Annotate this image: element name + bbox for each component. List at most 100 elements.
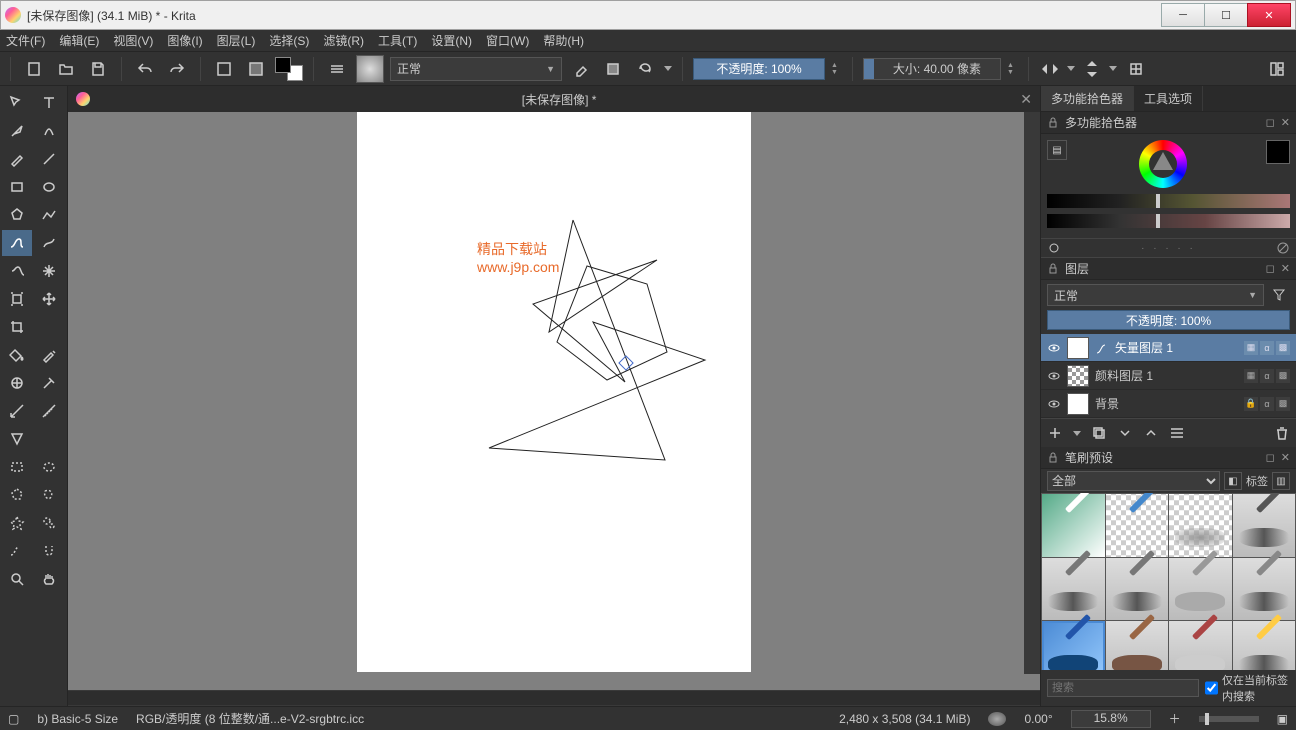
vertical-scrollbar[interactable] — [1024, 112, 1040, 674]
document-tab[interactable]: [未保存图像] * ✕ — [68, 86, 1040, 112]
color-picker-tool[interactable] — [34, 342, 64, 368]
polygon-select-tool[interactable] — [2, 482, 32, 508]
layer-badge[interactable]: ▦ — [1244, 369, 1258, 383]
rectangle-tool[interactable] — [2, 174, 32, 200]
reference-tool[interactable] — [2, 426, 32, 452]
assistants-tool[interactable] — [2, 398, 32, 424]
brush-tag-filter[interactable]: 全部 — [1047, 471, 1220, 491]
zoom-plus-button[interactable]: ＋ — [1169, 710, 1181, 727]
brush-preset[interactable] — [1042, 494, 1105, 557]
brush-preset[interactable] — [1233, 558, 1296, 621]
brush-preset[interactable] — [1169, 621, 1232, 670]
new-doc-button[interactable] — [21, 56, 47, 82]
redo-button[interactable] — [164, 56, 190, 82]
brush-view-toggle[interactable]: ◧ — [1224, 472, 1242, 490]
only-current-tag-checkbox[interactable]: 仅在当前标签内搜索 — [1205, 672, 1290, 704]
crop-tool[interactable] — [2, 314, 32, 340]
menu-edit[interactable]: 编辑(E) — [59, 32, 99, 49]
color-shade-strip[interactable] — [1047, 214, 1290, 228]
smart-patch-tool[interactable] — [34, 370, 64, 396]
docker-float-button[interactable]: ◻ — [1266, 116, 1275, 129]
layer-filter-button[interactable] — [1268, 284, 1290, 306]
canvas-viewport[interactable]: 精品下载站 www.j9p.com — [68, 112, 1040, 690]
brush-storage-button[interactable]: ▥ — [1272, 472, 1290, 490]
edit-shapes-tool[interactable] — [2, 118, 32, 144]
wrap-around-button[interactable] — [1123, 56, 1149, 82]
zoom-slider[interactable] — [1199, 716, 1259, 722]
transform-layer-tool[interactable] — [2, 286, 32, 312]
calligraphy-tool[interactable] — [34, 118, 64, 144]
size-slider[interactable]: 大小: 40.00 像素 — [863, 58, 1001, 80]
rect-select-tool[interactable] — [2, 454, 32, 480]
docker-float-button[interactable]: ◻ — [1266, 451, 1275, 464]
move-tool[interactable] — [34, 286, 64, 312]
delete-layer-button[interactable] — [1274, 425, 1290, 441]
layer-badge[interactable]: ▩ — [1276, 397, 1290, 411]
rotation-dial[interactable] — [988, 712, 1006, 726]
brush-preset[interactable] — [1106, 494, 1169, 557]
brush-preset[interactable] — [1169, 558, 1232, 621]
color-options-button[interactable]: ▤ — [1047, 140, 1067, 160]
layer-badge[interactable]: ▩ — [1276, 341, 1290, 355]
pattern-button[interactable] — [243, 56, 269, 82]
layer-row[interactable]: 矢量图层 1 ▦α▩ — [1041, 334, 1296, 362]
canvas-page[interactable]: 精品下载站 www.j9p.com — [357, 112, 751, 672]
layer-alpha-badge[interactable]: α — [1260, 369, 1274, 383]
brush-preset[interactable] — [1233, 494, 1296, 557]
docker-close-button[interactable]: ✕ — [1281, 262, 1290, 275]
layer-alpha-badge[interactable]: α — [1260, 341, 1274, 355]
brush-preset[interactable] — [1106, 558, 1169, 621]
layer-opacity-slider[interactable]: 不透明度: 100% — [1047, 310, 1290, 330]
brush-preset[interactable] — [1042, 558, 1105, 621]
multibrush-tool[interactable] — [34, 258, 64, 284]
dropdown-arrow-icon[interactable] — [1073, 431, 1081, 436]
visibility-icon[interactable] — [1047, 341, 1061, 355]
undo-button[interactable] — [132, 56, 158, 82]
docker-float-button[interactable]: ◻ — [1266, 262, 1275, 275]
tab-tool-options[interactable]: 工具选项 — [1134, 86, 1203, 111]
fullscreen-canvas-button[interactable]: ▣ — [1277, 712, 1288, 726]
mirror-vertical-button[interactable] — [1081, 58, 1103, 80]
opacity-slider[interactable]: 不透明度: 100% — [693, 58, 825, 80]
text-tool[interactable] — [34, 90, 64, 116]
horizontal-scrollbar[interactable] — [68, 690, 1040, 706]
similar-select-tool[interactable] — [34, 510, 64, 536]
menu-tool[interactable]: 工具(T) — [378, 32, 417, 49]
layer-row[interactable]: 背景 🔒α▩ — [1041, 390, 1296, 418]
layer-alpha-badge[interactable]: α — [1260, 397, 1274, 411]
transform-tool[interactable] — [2, 90, 32, 116]
mirror-horizontal-button[interactable] — [1039, 58, 1061, 80]
menu-help[interactable]: 帮助(H) — [543, 32, 584, 49]
measure-tool[interactable] — [34, 398, 64, 424]
close-button[interactable]: ✕ — [1247, 3, 1291, 27]
selection-mode-icon[interactable]: ▢ — [8, 712, 19, 726]
layer-properties-button[interactable] — [1169, 425, 1185, 441]
tab-color-picker[interactable]: 多功能拾色器 — [1041, 86, 1134, 111]
visibility-icon[interactable] — [1047, 397, 1061, 411]
polyline-tool[interactable] — [34, 202, 64, 228]
brush-preset[interactable] — [1233, 621, 1296, 670]
workspace-switcher-button[interactable] — [1264, 56, 1290, 82]
menu-layer[interactable]: 图层(L) — [217, 32, 256, 49]
color-history-strip[interactable] — [1047, 194, 1290, 208]
pan-tool[interactable] — [34, 566, 64, 592]
size-stepper[interactable]: ▲▼ — [1007, 62, 1014, 76]
docker-close-button[interactable]: ✕ — [1281, 116, 1290, 129]
pattern-edit-tool[interactable] — [2, 370, 32, 396]
magnetic-select-tool[interactable] — [34, 538, 64, 564]
current-color-swatch[interactable] — [1266, 140, 1290, 164]
add-layer-button[interactable] — [1047, 425, 1063, 441]
ellipse-tool[interactable] — [34, 174, 64, 200]
layer-badge[interactable]: ▩ — [1276, 369, 1290, 383]
layer-lock-badge[interactable]: 🔒 — [1244, 397, 1258, 411]
menu-view[interactable]: 视图(V) — [113, 32, 153, 49]
freehand-path-tool[interactable] — [34, 230, 64, 256]
maximize-button[interactable]: ☐ — [1204, 3, 1248, 27]
brush-tool[interactable] — [2, 146, 32, 172]
bezier-select-tool[interactable] — [2, 538, 32, 564]
layer-badge[interactable]: ▦ — [1244, 341, 1258, 355]
menu-file[interactable]: 文件(F) — [6, 32, 45, 49]
brush-settings-button[interactable] — [324, 56, 350, 82]
close-document-button[interactable]: ✕ — [1020, 91, 1032, 108]
eraser-toggle[interactable] — [568, 56, 594, 82]
